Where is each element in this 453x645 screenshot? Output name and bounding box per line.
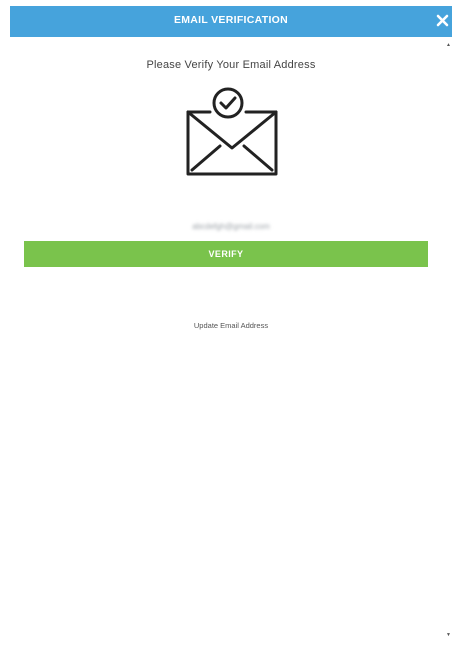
close-button[interactable] [434,12,452,30]
envelope-check-icon [186,87,278,176]
update-email-link[interactable]: Update Email Address [10,321,452,330]
dialog-title: EMAIL VERIFICATION [173,14,289,26]
close-icon [436,14,449,27]
scroll-up-arrow-icon[interactable]: ▲ [446,42,451,48]
verify-prompt: Please Verify Your Email Address [146,59,316,71]
scroll-down-arrow-icon[interactable]: ▼ [446,632,451,638]
dialog-header: EMAIL VERIFICATION [10,6,452,37]
email-address-value: abcdefgh@gmail.com [192,222,270,231]
email-verification-dialog: EMAIL VERIFICATION Please Verify Your Em… [10,6,452,645]
verify-button[interactable]: VERIFY [24,241,428,267]
